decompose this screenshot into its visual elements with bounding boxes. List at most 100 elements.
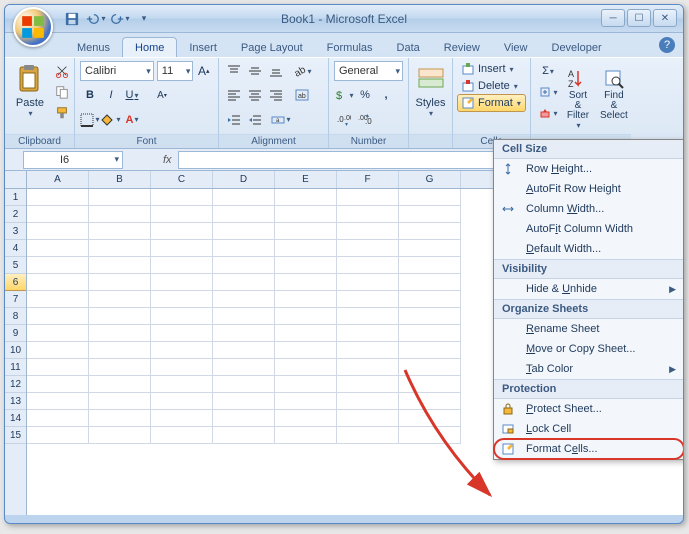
select-all-corner[interactable] xyxy=(5,171,26,189)
column-header[interactable]: D xyxy=(213,171,275,188)
cell[interactable] xyxy=(89,274,151,291)
cell[interactable] xyxy=(151,206,213,223)
cell[interactable] xyxy=(27,393,89,410)
cell[interactable] xyxy=(399,376,461,393)
cell[interactable] xyxy=(399,291,461,308)
cell[interactable] xyxy=(337,274,399,291)
dd-row-height[interactable]: Row Height... xyxy=(494,159,684,179)
maximize-button[interactable]: ☐ xyxy=(627,9,651,27)
font-size-combo[interactable]: 11 xyxy=(157,61,194,81)
styles-button[interactable]: Styles▾ xyxy=(414,61,447,120)
cell[interactable] xyxy=(399,427,461,444)
fill-icon[interactable]: ▾ xyxy=(536,82,560,102)
row-header[interactable]: 8 xyxy=(5,308,26,325)
column-header[interactable]: A xyxy=(27,171,89,188)
cell[interactable] xyxy=(89,342,151,359)
cell[interactable] xyxy=(337,410,399,427)
cell[interactable] xyxy=(399,359,461,376)
cell[interactable] xyxy=(213,240,275,257)
cell[interactable] xyxy=(27,223,89,240)
cell[interactable] xyxy=(151,257,213,274)
row-header[interactable]: 3 xyxy=(5,223,26,240)
tab-view[interactable]: View xyxy=(492,38,540,57)
row-header[interactable]: 4 xyxy=(5,240,26,257)
cell[interactable] xyxy=(337,257,399,274)
cell[interactable] xyxy=(337,359,399,376)
cell[interactable] xyxy=(275,325,337,342)
cell[interactable] xyxy=(27,206,89,223)
cell[interactable] xyxy=(213,189,275,206)
cell[interactable] xyxy=(337,206,399,223)
cell[interactable] xyxy=(27,274,89,291)
row-header[interactable]: 10 xyxy=(5,342,26,359)
cell[interactable] xyxy=(89,376,151,393)
column-header[interactable]: F xyxy=(337,171,399,188)
row-header[interactable]: 15 xyxy=(5,427,26,444)
tab-home[interactable]: Home xyxy=(122,37,177,57)
cell[interactable] xyxy=(213,359,275,376)
dd-autofit-column[interactable]: AutoFit Column Width xyxy=(494,219,684,239)
help-icon[interactable]: ? xyxy=(659,37,675,53)
cell[interactable] xyxy=(275,410,337,427)
cell[interactable] xyxy=(151,240,213,257)
cell[interactable] xyxy=(27,325,89,342)
cell[interactable] xyxy=(275,393,337,410)
tab-developer[interactable]: Developer xyxy=(540,38,614,57)
dd-rename-sheet[interactable]: Rename Sheet xyxy=(494,319,684,339)
decrease-decimal-icon[interactable]: .00.0 xyxy=(355,110,375,130)
decrease-indent-icon[interactable] xyxy=(224,110,244,130)
copy-icon[interactable] xyxy=(52,82,72,102)
cell[interactable] xyxy=(213,410,275,427)
font-name-combo[interactable]: Calibri xyxy=(80,61,154,81)
cell[interactable] xyxy=(275,359,337,376)
column-header[interactable]: E xyxy=(275,171,337,188)
office-button[interactable] xyxy=(13,7,53,47)
row-header[interactable]: 11 xyxy=(5,359,26,376)
cell[interactable] xyxy=(275,291,337,308)
cut-icon[interactable] xyxy=(52,61,72,81)
comma-format-icon[interactable]: , xyxy=(376,85,396,105)
shrink-font-icon[interactable]: A▾ xyxy=(152,85,172,105)
align-middle-icon[interactable] xyxy=(245,61,265,81)
row-header[interactable]: 9 xyxy=(5,325,26,342)
cell[interactable] xyxy=(27,189,89,206)
align-bottom-icon[interactable] xyxy=(266,61,286,81)
wrap-text-icon[interactable]: ab xyxy=(292,85,312,105)
cell[interactable] xyxy=(399,240,461,257)
cell[interactable] xyxy=(151,359,213,376)
find-select-button[interactable]: Find & Select xyxy=(596,61,632,132)
cell[interactable] xyxy=(337,376,399,393)
row-header[interactable]: 13 xyxy=(5,393,26,410)
row-header[interactable]: 14 xyxy=(5,410,26,427)
dd-autofit-row[interactable]: AutoFit Row Height xyxy=(494,179,684,199)
tab-insert[interactable]: Insert xyxy=(177,38,229,57)
cell[interactable] xyxy=(27,410,89,427)
cell[interactable] xyxy=(337,308,399,325)
cell[interactable] xyxy=(399,189,461,206)
cell[interactable] xyxy=(275,274,337,291)
cell[interactable] xyxy=(27,427,89,444)
cell[interactable] xyxy=(151,223,213,240)
bold-button[interactable]: B xyxy=(80,85,100,105)
cell[interactable] xyxy=(151,393,213,410)
cell[interactable] xyxy=(337,240,399,257)
cell[interactable] xyxy=(27,342,89,359)
cell[interactable] xyxy=(399,257,461,274)
cell[interactable] xyxy=(151,274,213,291)
cell[interactable] xyxy=(27,359,89,376)
minimize-button[interactable]: ─ xyxy=(601,9,625,27)
cell[interactable] xyxy=(151,308,213,325)
cell[interactable] xyxy=(337,427,399,444)
accounting-format-icon[interactable]: $▾ xyxy=(334,85,354,105)
cell[interactable] xyxy=(27,308,89,325)
cell[interactable] xyxy=(399,223,461,240)
row-header[interactable]: 12 xyxy=(5,376,26,393)
tab-data[interactable]: Data xyxy=(385,38,432,57)
cell[interactable] xyxy=(399,410,461,427)
cell[interactable] xyxy=(337,393,399,410)
cell[interactable] xyxy=(89,325,151,342)
cell[interactable] xyxy=(27,291,89,308)
tab-formulas[interactable]: Formulas xyxy=(315,38,385,57)
increase-decimal-icon[interactable]: .0.00 xyxy=(334,110,354,130)
cell[interactable] xyxy=(89,410,151,427)
